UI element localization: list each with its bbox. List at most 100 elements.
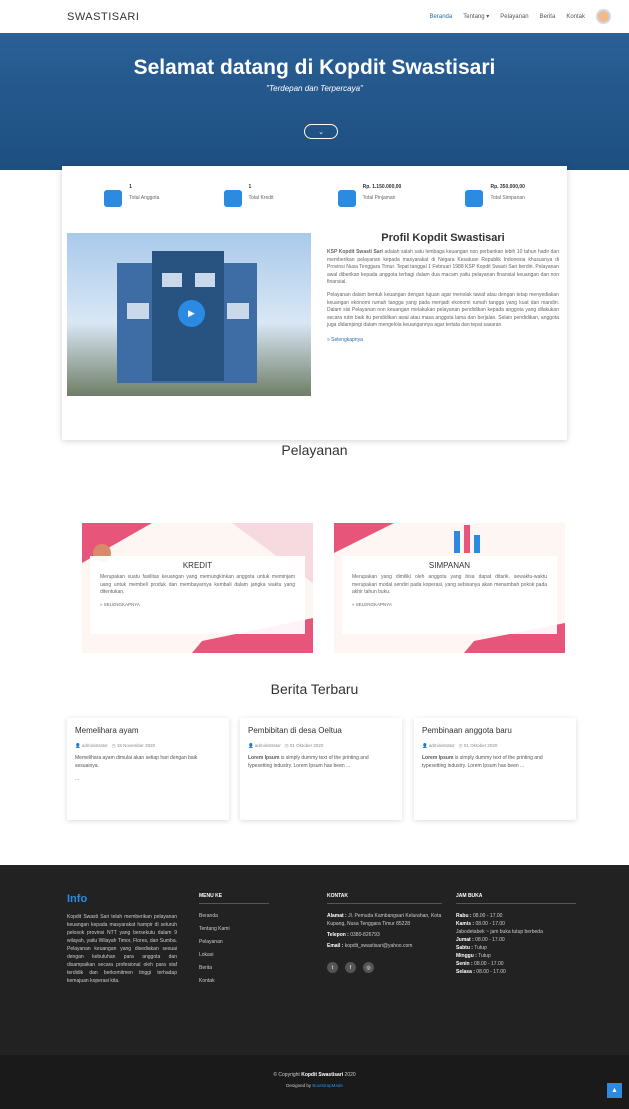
- read-more-link[interactable]: » Selengkapnya: [327, 337, 559, 343]
- telepon-label: Telepon :: [327, 932, 349, 938]
- nav-item-pelayanan[interactable]: Pelayanan: [500, 14, 528, 20]
- designed-by-prefix: Designed by: [286, 1083, 313, 1088]
- news-author: administrator: [428, 743, 455, 748]
- email-label: Email :: [327, 943, 344, 949]
- nav-item-beranda[interactable]: Beranda: [430, 14, 453, 20]
- news-meta: 👤 administrator ◷ 15 November 2020: [75, 743, 221, 749]
- footer-jam: JAM BUKA Rabu : 08.00 - 17.00 Kamis : 08…: [456, 893, 576, 976]
- stats-bar: 1 Total Anggota 1 Total Kredit Rp. 1.150.0…: [62, 166, 567, 231]
- service-card-simpanan[interactable]: SIMPANAN Merupakan yang dimiliki oleh an…: [334, 523, 565, 653]
- copyright-year: 2020: [343, 1072, 356, 1078]
- service-text: Merupakan yang dimiliki oleh anggota yan…: [352, 574, 547, 595]
- money-bag-icon: [337, 190, 356, 207]
- service-text: Merupakan suatu fasilitas keuangan yang …: [100, 574, 295, 595]
- footer: Info Kopdit Swasti Sari telah memberikan…: [0, 865, 629, 1055]
- jam-day: Senin :: [456, 961, 473, 967]
- nav-item-kontak[interactable]: Kontak: [566, 14, 585, 20]
- navbar: SWASTISARI Beranda Tentang ▾ Pelayanan B…: [0, 0, 629, 33]
- avatar[interactable]: [596, 9, 611, 24]
- building-photo-video[interactable]: ▶: [67, 233, 311, 396]
- footer-email: Email : kopdit_swastisari@yahoo.com: [327, 942, 442, 950]
- jam-day: Kamis :: [456, 921, 475, 927]
- card-icon: [223, 190, 242, 207]
- designer-link[interactable]: BootstrapMade: [312, 1083, 343, 1088]
- stat-value: 1: [129, 184, 132, 190]
- news-title[interactable]: Pembibitan di desa Oeltua: [248, 726, 394, 735]
- footer-link-tentang[interactable]: Tentang Kami: [199, 923, 269, 936]
- news-date: 01 Oktober 2020: [463, 743, 498, 748]
- alamat-label: Alamat :: [327, 913, 347, 919]
- clock-icon: ◷: [284, 743, 289, 748]
- news-title[interactable]: Pembinaan anggota baru: [422, 726, 568, 735]
- news-author: administrator: [81, 743, 108, 748]
- stat-value: 1: [248, 184, 252, 190]
- news-card[interactable]: Pembinaan anggota baru 👤 administrator ◷…: [414, 718, 576, 820]
- hero-subtitle: "Terdepan dan Terpercaya": [266, 84, 363, 93]
- email-value[interactable]: kopdit_swastisari@yahoo.com: [343, 943, 413, 949]
- news-card[interactable]: Memelihara ayam 👤 administrator ◷ 15 Nov…: [67, 718, 229, 820]
- service-more-link[interactable]: » SELENGKAPNYA: [342, 597, 557, 607]
- news-date: 15 November 2020: [116, 743, 156, 748]
- news-meta: 👤 administrator ◷ 01 Oktober 2020: [248, 743, 394, 749]
- footer-link-beranda[interactable]: Beranda: [199, 910, 269, 923]
- brand-logo[interactable]: SWASTISARI: [67, 11, 139, 23]
- clock-icon: ◷: [111, 743, 116, 748]
- chevron-down-icon: ⌄: [318, 128, 324, 136]
- footer-link-berita[interactable]: Berita: [199, 962, 269, 975]
- telepon-value: 0380-826793: [348, 932, 380, 938]
- news-title[interactable]: Memelihara ayam: [75, 726, 221, 735]
- stat-label: Total Kredit: [248, 195, 274, 201]
- profil-section: Profil Kopdit Swastisari KSP Kopdit Swas…: [327, 232, 559, 343]
- profil-paragraph-1: KSP Kopdit Swasti Sari adalah salah satu…: [327, 249, 559, 287]
- jam-time: 08.00 - 17.00: [474, 921, 505, 927]
- jam-day: Sabtu :: [456, 945, 473, 951]
- jam-time: 08.00 - 17.00: [473, 937, 505, 943]
- service-card-body: KREDIT Merupakan suatu fasilitas keuanga…: [90, 556, 305, 634]
- service-title: SIMPANAN: [428, 561, 471, 570]
- profil-title: Profil Kopdit Swastisari: [381, 232, 505, 244]
- service-card-kredit[interactable]: KREDIT Merupakan suatu fasilitas keuanga…: [82, 523, 313, 653]
- jam-time: Tutup: [472, 945, 487, 951]
- nav-item-berita[interactable]: Berita: [540, 14, 556, 20]
- footer-link-lokasi[interactable]: Lokasi: [199, 949, 269, 962]
- designed-by: Designed by BootstrapMade: [0, 1083, 629, 1088]
- scroll-down-button[interactable]: ⌄: [304, 124, 338, 139]
- users-icon: [104, 190, 123, 207]
- user-icon: 👤: [248, 743, 254, 748]
- footer-alamat: Alamat : Jl. Pemuda Kambangsari Keluraha…: [327, 912, 442, 928]
- jam-list: Rabu : 08.00 - 17.00 Kamis : 08.00 - 17.…: [456, 912, 576, 976]
- stat-value: Rp. 350.000,00: [490, 184, 525, 190]
- news-bold: Lorem Ipsum: [422, 755, 454, 761]
- jam-day: Minggu :: [456, 953, 477, 959]
- nav-item-tentang[interactable]: Tentang ▾: [463, 13, 489, 20]
- copyright-prefix: © Copyright: [273, 1072, 302, 1078]
- footer-kontak-title: KONTAK: [327, 893, 442, 904]
- news-card[interactable]: Pembibitan di desa Oeltua 👤 administrato…: [240, 718, 402, 820]
- back-to-top-button[interactable]: ▲: [607, 1083, 622, 1098]
- service-more-link[interactable]: » SELENGKAPNYA: [90, 597, 305, 607]
- clock-icon: ◷: [458, 743, 463, 748]
- jam-time: 08.00 - 17.00: [471, 913, 503, 919]
- wallet-icon: [465, 190, 484, 207]
- stat-pinjaman: Rp. 1.150.000,00 Total Pinjaman: [337, 184, 401, 231]
- hero-banner: Selamat datang di Kopdit Swastisari "Ter…: [0, 33, 629, 170]
- footer-link-pelayanan[interactable]: Pelayanan: [199, 936, 269, 949]
- play-icon[interactable]: ▶: [178, 300, 205, 327]
- social-links: t f ◎: [327, 962, 442, 973]
- jam-note: Jabodetabek ~ jam buka tutup berbeda: [456, 929, 543, 935]
- jam-time: 08.00 - 17.00: [474, 969, 506, 975]
- berita-title: Berita Terbaru: [270, 681, 359, 697]
- stat-label: Total Simpanan: [490, 195, 525, 201]
- hero-title: Selamat datang di Kopdit Swastisari: [133, 56, 496, 79]
- facebook-icon[interactable]: f: [345, 962, 356, 973]
- footer-menu: MENU KE Beranda Tentang Kami Pelayanan L…: [199, 893, 269, 988]
- news-excerpt: Lorem Ipsum is simply dummy text of the …: [422, 755, 568, 770]
- footer-link-kontak[interactable]: Kontak: [199, 975, 269, 988]
- copyright-brand: Kopdit Swastisari: [301, 1072, 344, 1078]
- jam-day: Rabu :: [456, 913, 472, 919]
- footer-jam-title: JAM BUKA: [456, 893, 576, 904]
- service-card-body: SIMPANAN Merupakan yang dimiliki oleh an…: [342, 556, 557, 634]
- nav-menu: Beranda Tentang ▾ Pelayanan Berita Konta…: [430, 9, 611, 24]
- twitter-icon[interactable]: t: [327, 962, 338, 973]
- instagram-icon[interactable]: ◎: [363, 962, 374, 973]
